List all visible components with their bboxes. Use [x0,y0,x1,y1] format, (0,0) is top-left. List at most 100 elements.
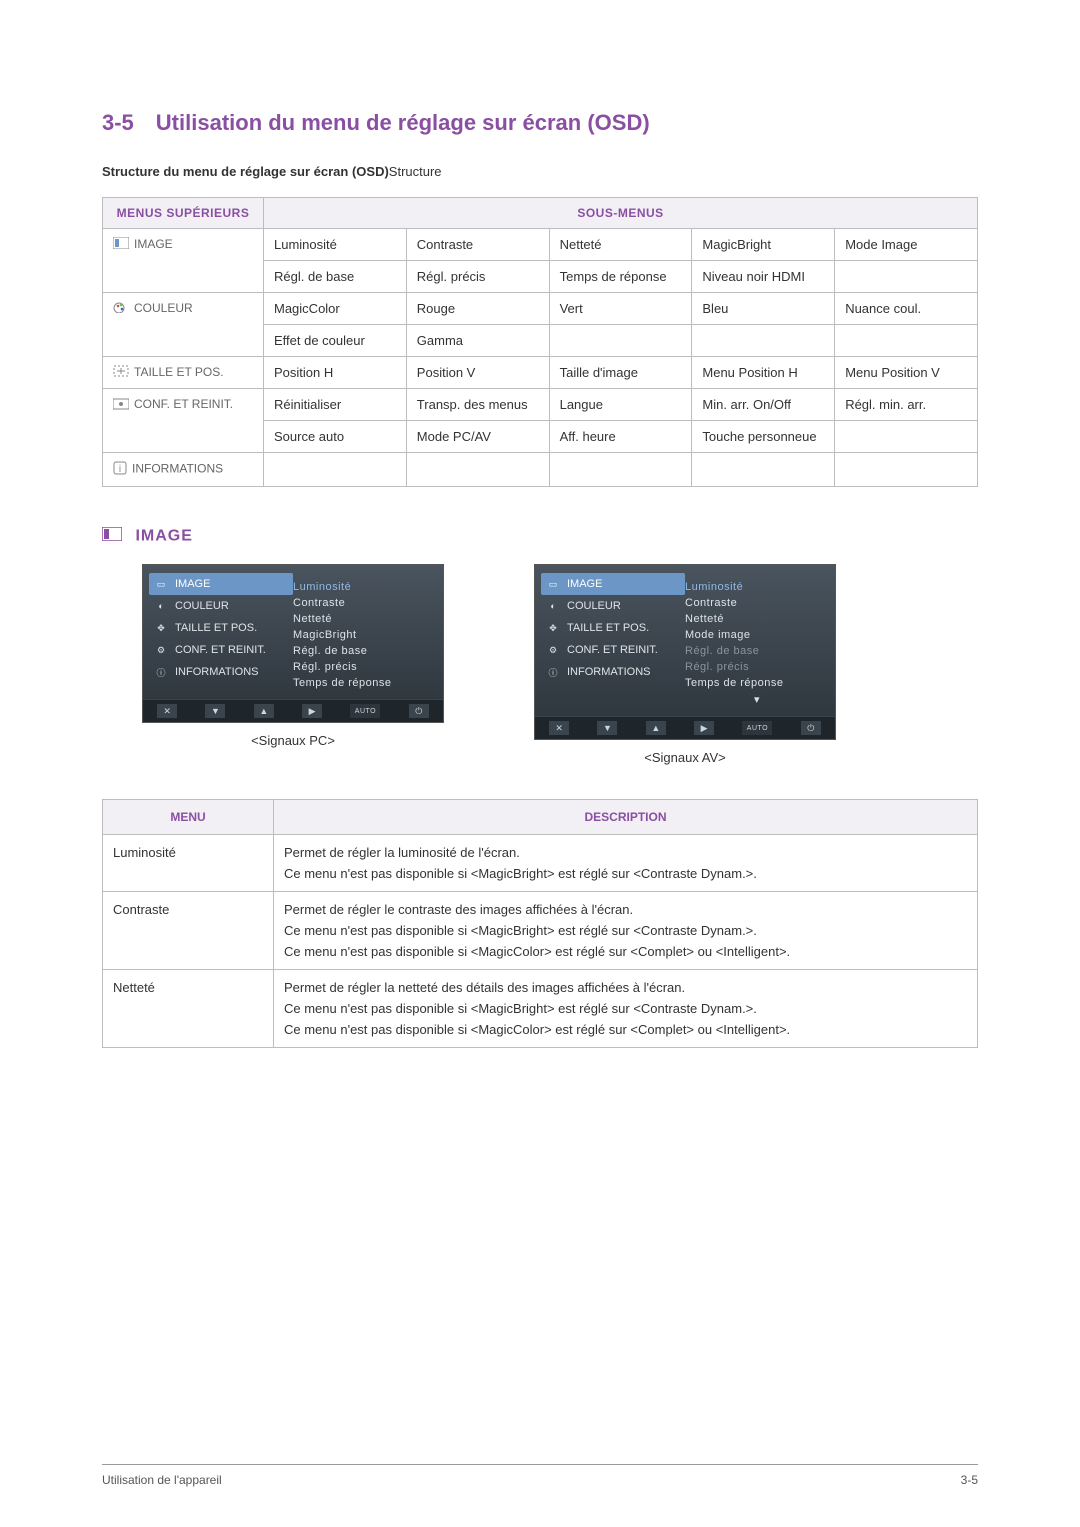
sub-cell: Luminosité [264,229,407,261]
menu-cell-info: i INFORMATIONS [103,453,264,487]
description-table: MENU DESCRIPTION Luminosité Permet de ré… [102,799,978,1048]
sub-cell: Transp. des menus [406,389,549,421]
sub-cell: Menu Position H [692,357,835,389]
chevron-down-icon[interactable]: ▾ [685,691,829,708]
sub-cell [549,453,692,487]
osd-item-conf[interactable]: ⚙CONF. ET REINIT. [541,639,685,661]
power-icon[interactable]: ⏻ [409,704,429,718]
palette-icon [113,301,129,316]
menu-label: CONF. ET REINIT. [134,397,233,411]
osd-item-image[interactable]: ▭IMAGE [149,573,293,595]
osd-nav: ✕ ▼ ▲ ▶ AUTO ⏻ [143,699,443,722]
desc-line: Ce menu n'est pas disponible si <MagicBr… [284,923,967,938]
osd-nav: ✕ ▼ ▲ ▶ AUTO ⏻ [535,716,835,739]
osd-sub-item[interactable]: Temps de réponse [293,675,437,691]
sub-cell: Régl. de base [264,261,407,293]
table-row: Contraste Permet de régler le contraste … [103,892,978,970]
osd-structure-table: MENUS SUPÉRIEURS SOUS-MENUS IMAGE Lumino… [102,197,978,487]
menu-cell-couleur: COULEUR [103,293,264,357]
desc-menu: Contraste [103,892,274,970]
sub-cell: Mode Image [835,229,978,261]
sub-cell: Régl. min. arr. [835,389,978,421]
table-row: TAILLE ET POS. Position H Position V Tai… [103,357,978,389]
menu-label: IMAGE [134,237,173,251]
osd-sub-item[interactable]: Temps de réponse [685,675,829,691]
auto-button[interactable]: AUTO [742,721,772,735]
sub-cell: Touche personneue [692,421,835,453]
sub-cell: Menu Position V [835,357,978,389]
footer-right: 3-5 [961,1473,978,1487]
power-icon[interactable]: ⏻ [801,721,821,735]
osd-sub-item[interactable]: Netteté [293,611,437,627]
menu-cell-image: IMAGE [103,229,264,293]
close-icon[interactable]: ✕ [157,704,177,718]
down-icon[interactable]: ▼ [205,704,225,718]
sub-cell: Min. arr. On/Off [692,389,835,421]
info-icon: ⓘ [153,665,169,679]
sub-cell: Bleu [692,293,835,325]
osd-item-couleur[interactable]: ◐COULEUR [149,595,293,617]
sub-cell: Régl. précis [406,261,549,293]
osd-item-label: TAILLE ET POS. [567,622,649,634]
osd-right-list: Luminosité Contraste Netteté MagicBright… [293,573,437,691]
osd-left-menu: ▭IMAGE ◐COULEUR ✥TAILLE ET POS. ⚙CONF. E… [149,573,293,691]
desc-line: Ce menu n'est pas disponible si <MagicCo… [284,1022,967,1037]
osd-sub-item[interactable]: Contraste [685,595,829,611]
sub-cell: Source auto [264,421,407,453]
menu-label: COULEUR [134,301,193,315]
up-icon[interactable]: ▲ [646,721,666,735]
osd-item-label: IMAGE [175,578,210,590]
sub-cell: Effet de couleur [264,325,407,357]
menu-label: INFORMATIONS [132,462,223,476]
sub-cell: Position H [264,357,407,389]
osd-screenshots: ▭IMAGE ◐COULEUR ✥TAILLE ET POS. ⚙CONF. E… [102,564,978,765]
osd-sub-item[interactable]: Luminosité [685,579,829,595]
osd-sub-item[interactable]: Régl. précis [293,659,437,675]
sub-cell: Contraste [406,229,549,261]
osd-item-conf[interactable]: ⚙CONF. ET REINIT. [149,639,293,661]
image-icon [102,528,127,545]
osd-item-info[interactable]: ⓘINFORMATIONS [149,661,293,683]
osd-sub-item[interactable]: Netteté [685,611,829,627]
table-row: Netteté Permet de régler la netteté des … [103,970,978,1048]
size-icon [113,365,129,380]
sub-cell: Taille d'image [549,357,692,389]
sub-cell [264,453,407,487]
auto-button[interactable]: AUTO [350,704,380,718]
desc-text: Permet de régler le contraste des images… [274,892,978,970]
osd-th-menus: MENUS SUPÉRIEURS [103,198,264,229]
sub-cell: Gamma [406,325,549,357]
table-row: IMAGE Luminosité Contraste Netteté Magic… [103,229,978,261]
sub-cell: MagicBright [692,229,835,261]
osd-sub-item[interactable]: Luminosité [293,579,437,595]
section-number: 3-5 [102,110,134,135]
enter-icon[interactable]: ▶ [694,721,714,735]
osd-sub-item[interactable]: Régl. de base [293,643,437,659]
sub-cell: MagicColor [264,293,407,325]
osd-item-taille[interactable]: ✥TAILLE ET POS. [541,617,685,639]
structure-line: Structure du menu de réglage sur écran (… [102,164,978,179]
up-icon[interactable]: ▲ [254,704,274,718]
sub-cell [692,325,835,357]
table-row: COULEUR MagicColor Rouge Vert Bleu Nuanc… [103,293,978,325]
desc-line: Ce menu n'est pas disponible si <MagicBr… [284,866,967,881]
osd-item-label: COULEUR [567,600,621,612]
enter-icon[interactable]: ▶ [302,704,322,718]
down-icon[interactable]: ▼ [597,721,617,735]
osd-item-couleur[interactable]: ◐COULEUR [541,595,685,617]
osd-item-taille[interactable]: ✥TAILLE ET POS. [149,617,293,639]
desc-menu: Netteté [103,970,274,1048]
osd-sub-item[interactable]: Contraste [293,595,437,611]
close-icon[interactable]: ✕ [549,721,569,735]
settings-dot-icon [113,398,129,413]
osd-sub-item[interactable]: Mode image [685,627,829,643]
desc-line: Permet de régler la luminosité de l'écra… [284,845,967,860]
osd-item-info[interactable]: ⓘINFORMATIONS [541,661,685,683]
osd-sub-item: Régl. de base [685,643,829,659]
osd-item-image[interactable]: ▭IMAGE [541,573,685,595]
osd-sub-item[interactable]: MagicBright [293,627,437,643]
desc-text: Permet de régler la netteté des détails … [274,970,978,1048]
info-icon: i [113,461,127,478]
sub-cell: Temps de réponse [549,261,692,293]
osd-item-label: COULEUR [175,600,229,612]
